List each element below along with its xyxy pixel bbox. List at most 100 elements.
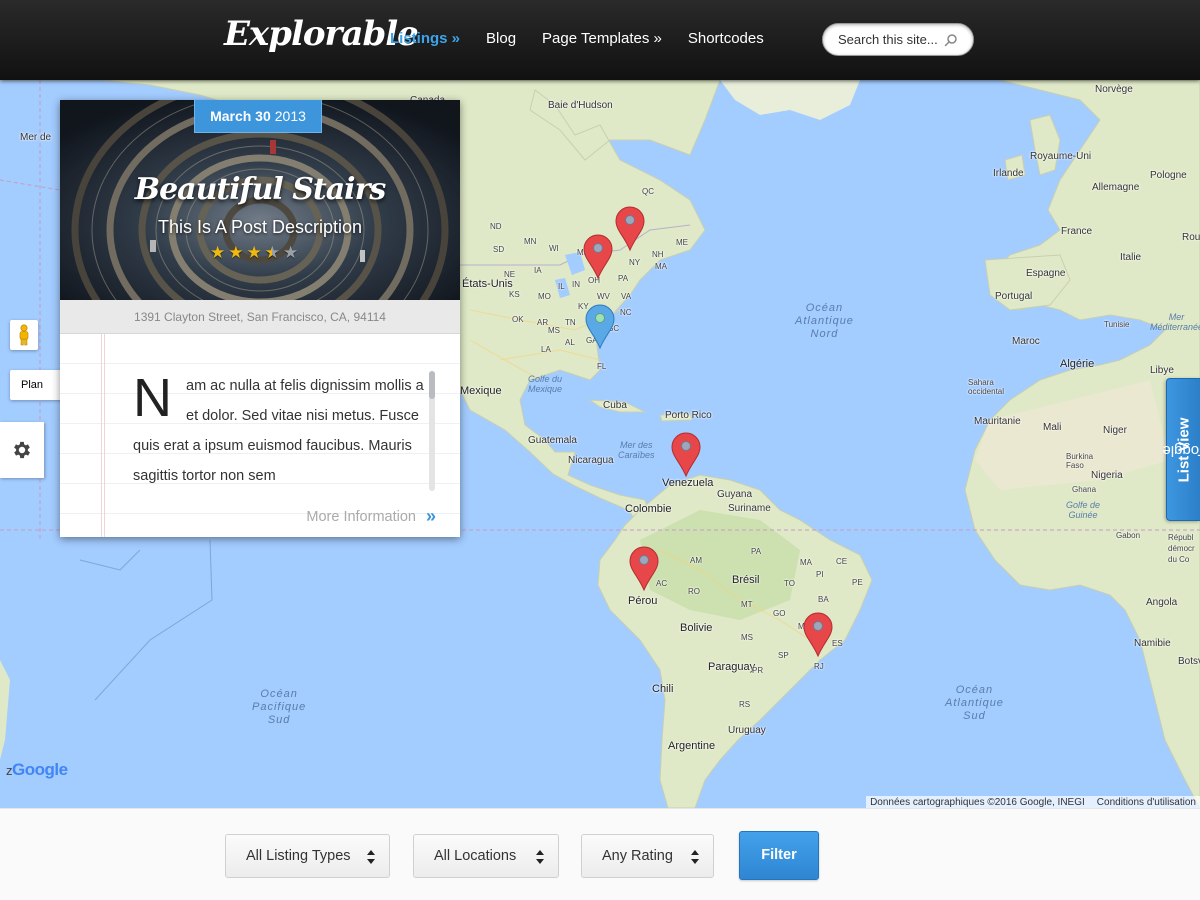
nav-blog[interactable]: Blog bbox=[486, 30, 516, 47]
nav-page-templates[interactable]: Page Templates » bbox=[542, 30, 662, 47]
location-value: All Locations bbox=[434, 848, 517, 864]
map-label: Cuba bbox=[603, 400, 627, 411]
map-label: Pologne bbox=[1150, 170, 1187, 181]
map-label: Océan Atlantique Sud bbox=[945, 684, 1004, 722]
map-label: QC bbox=[642, 187, 654, 196]
map-label: Norvège bbox=[1095, 84, 1133, 95]
site-logo[interactable]: Explorable bbox=[224, 14, 419, 54]
listing-card: March 30 2013 Beautiful Stairs This Is A… bbox=[60, 100, 460, 537]
star-icon: ★ bbox=[210, 243, 226, 262]
listing-type-value: All Listing Types bbox=[246, 848, 351, 864]
map-label: Brésil bbox=[732, 574, 760, 586]
search-icon[interactable] bbox=[943, 32, 959, 48]
street-view-pegman[interactable] bbox=[10, 320, 38, 350]
map-pin-red[interactable] bbox=[802, 612, 834, 658]
map-label: FL bbox=[597, 362, 607, 371]
map-label: Porto Rico bbox=[665, 410, 712, 421]
map-terms-link[interactable]: Conditions d'utilisation bbox=[1097, 797, 1196, 808]
map-label: Golfe du Mexique bbox=[528, 374, 563, 394]
map-label: RO bbox=[688, 587, 700, 596]
post-date-badge: March 30 2013 bbox=[194, 100, 322, 133]
search-input[interactable] bbox=[838, 32, 942, 47]
map-label: CE bbox=[836, 557, 848, 566]
map-label: BA bbox=[818, 595, 829, 604]
map-label: PE bbox=[852, 578, 863, 587]
map-label: Mali bbox=[1043, 422, 1062, 433]
map-pin-red[interactable] bbox=[670, 432, 702, 478]
star-icon: ★ bbox=[228, 243, 244, 262]
map-type-plan-button[interactable]: Plan bbox=[10, 370, 66, 400]
post-date-day: March 30 bbox=[210, 108, 271, 124]
listing-photo[interactable]: March 30 2013 Beautiful Stairs This Is A… bbox=[60, 100, 460, 300]
star-icon: ★ bbox=[246, 243, 262, 262]
map-label: Ghana bbox=[1072, 485, 1097, 494]
map-label: Suriname bbox=[728, 503, 771, 514]
map-label: AL bbox=[565, 338, 575, 347]
google-logo: zGoogle bbox=[6, 760, 68, 780]
map-label: Portugal bbox=[995, 291, 1033, 302]
map-label: Angola bbox=[1146, 597, 1178, 608]
map-label: AM bbox=[690, 556, 702, 565]
star-empty-icon: ★ bbox=[283, 243, 299, 262]
map-label: Uruguay bbox=[728, 725, 766, 736]
nav-shortcodes[interactable]: Shortcodes bbox=[688, 30, 764, 47]
pegman-icon bbox=[19, 324, 29, 346]
more-information-label: More Information bbox=[306, 508, 416, 525]
map-label: Golfe de Guinée bbox=[1066, 500, 1101, 520]
map-label: IL bbox=[558, 282, 565, 291]
map-pin-blue[interactable] bbox=[584, 304, 616, 350]
map-label: Namibie bbox=[1134, 638, 1171, 649]
listing-excerpt: Nam ac nulla at felis dignissim mollis a… bbox=[133, 371, 428, 491]
rating-select[interactable]: Any Rating bbox=[581, 834, 714, 878]
map-label: ME bbox=[676, 238, 688, 247]
map-label: NY bbox=[629, 258, 641, 267]
map-label: Royaume-Uni bbox=[1030, 151, 1092, 162]
map-attribution: Données cartographiques ©2016 Google, IN… bbox=[866, 796, 1200, 808]
map-label: France bbox=[1061, 226, 1093, 237]
map-label: Italie bbox=[1120, 252, 1142, 263]
listing-type-select[interactable]: All Listing Types bbox=[225, 834, 390, 878]
map-pin-red[interactable] bbox=[582, 234, 614, 280]
map-label: Paraguay bbox=[708, 661, 756, 673]
nav-listings[interactable]: Listings » bbox=[390, 30, 460, 47]
map-label: Guyana bbox=[717, 489, 753, 500]
excerpt-text: am ac nulla at felis dignissim mollis a … bbox=[133, 378, 424, 484]
map-label: Baie d'Hudson bbox=[548, 100, 613, 111]
map-label: Sahara occidental bbox=[968, 378, 1005, 396]
more-information-link[interactable]: More Information » bbox=[306, 506, 436, 527]
map-label: Tunisie bbox=[1104, 320, 1130, 329]
excerpt-scrollbar[interactable] bbox=[429, 371, 435, 491]
star-rating: ★ ★ ★ ★★ ★ bbox=[210, 243, 298, 263]
search-box bbox=[822, 23, 974, 56]
listing-description: This Is A Post Description bbox=[157, 217, 363, 237]
map-label: OK bbox=[512, 315, 524, 324]
rating-value: Any Rating bbox=[602, 848, 673, 864]
select-arrows-icon bbox=[367, 850, 375, 864]
map-label: Algérie bbox=[1060, 358, 1095, 370]
map-label: Botsv bbox=[1178, 656, 1200, 667]
map-settings-button[interactable] bbox=[0, 422, 44, 478]
map-label: Gabon bbox=[1116, 531, 1141, 540]
listing-title[interactable]: Beautiful Stairs bbox=[60, 172, 460, 207]
map-label: RS bbox=[739, 700, 751, 709]
post-date-year: 2013 bbox=[274, 108, 306, 124]
filter-bar: All Listing Types All Locations Any Rati… bbox=[0, 808, 1200, 900]
location-select[interactable]: All Locations bbox=[413, 834, 559, 878]
map-pin-red[interactable] bbox=[628, 546, 660, 592]
map-pin-red[interactable] bbox=[614, 206, 646, 252]
map-label: ND bbox=[490, 222, 502, 231]
toggle-list-view-button[interactable]: Toggle List View bbox=[1161, 378, 1200, 521]
map-label: PA bbox=[618, 274, 629, 283]
map-label: Libye bbox=[1150, 365, 1174, 376]
map-label: TN bbox=[565, 318, 576, 327]
map-label: VA bbox=[621, 292, 632, 301]
map-label: PR bbox=[752, 666, 764, 675]
map-label: Allemagne bbox=[1092, 182, 1140, 193]
map-data-credit: Données cartographiques ©2016 Google, IN… bbox=[870, 797, 1085, 808]
map-label: SD bbox=[493, 245, 505, 254]
scrollbar-thumb[interactable] bbox=[429, 371, 435, 399]
gear-icon bbox=[14, 441, 30, 459]
filter-button[interactable]: Filter bbox=[739, 831, 819, 880]
map-label: GO bbox=[773, 609, 786, 618]
map-label: MS bbox=[741, 633, 753, 642]
